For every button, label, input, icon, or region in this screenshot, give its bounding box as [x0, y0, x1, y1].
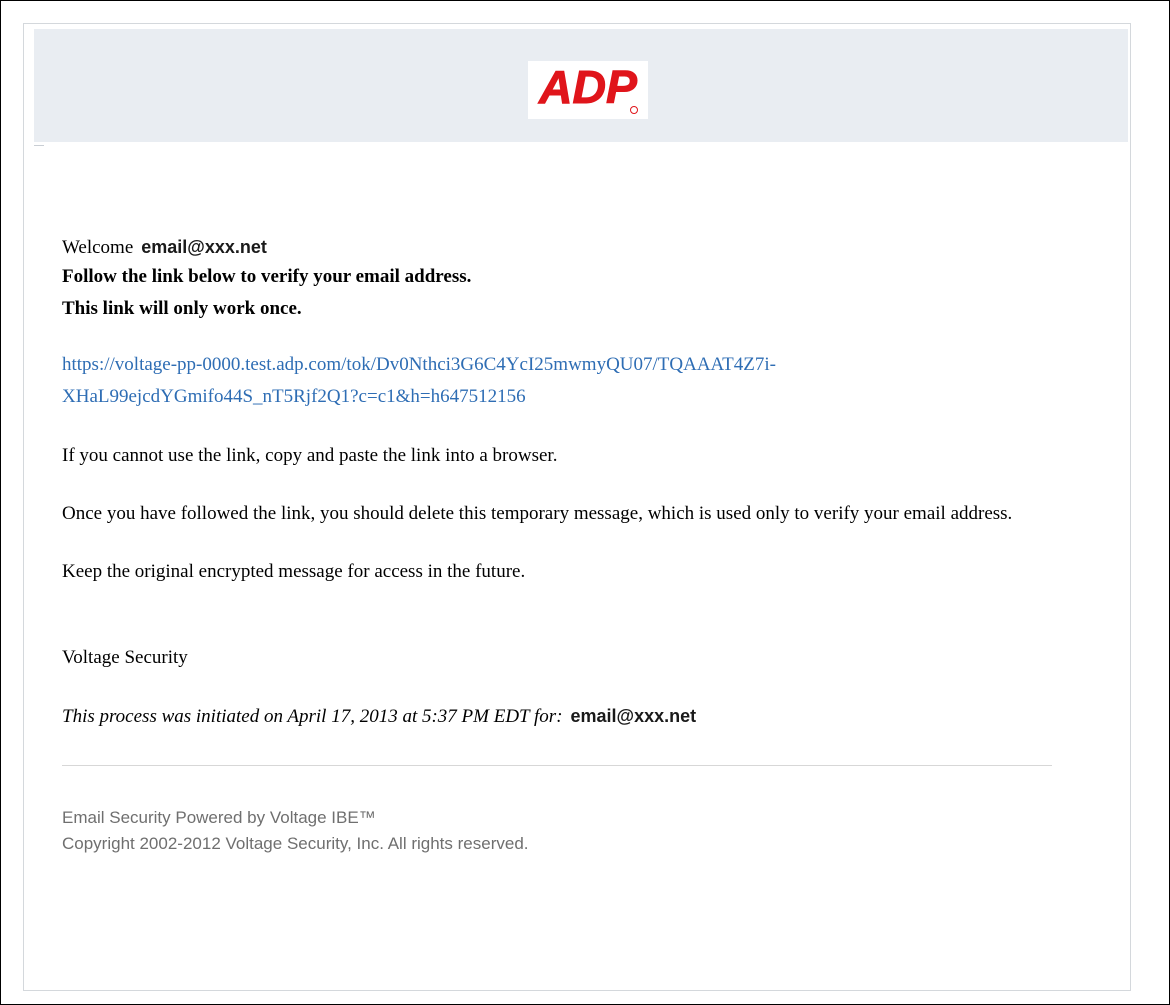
- instruction-line-2: This link will only work once.: [62, 298, 302, 319]
- welcome-label: Welcome: [62, 237, 134, 258]
- initiated-line: This process was initiated on April 17, …: [62, 701, 1052, 732]
- header-divider-tick: [34, 145, 44, 146]
- footer: Email Security Powered by Voltage IBE™ C…: [62, 805, 529, 857]
- copy-paste-note: If you cannot use the link, copy and pas…: [62, 445, 558, 466]
- recipient-email: email@xxx.net: [141, 237, 267, 257]
- powered-by-text: Email Security Powered by Voltage IBE™: [62, 808, 376, 827]
- footer-divider: [62, 765, 1052, 766]
- email-header: ADP: [34, 29, 1128, 142]
- keep-note: Keep the original encrypted message for …: [62, 561, 526, 582]
- initiated-email: email@xxx.net: [570, 706, 697, 726]
- signature: Voltage Security: [62, 647, 188, 668]
- copyright-text: Copyright 2002-2012 Voltage Security, In…: [62, 834, 529, 853]
- window-frame: ADP Welcome email@xxx.net Follow the link…: [0, 0, 1170, 1005]
- adp-logo: ADP: [528, 61, 648, 119]
- welcome-line: Welcome email@xxx.net: [62, 233, 1052, 261]
- verify-email-link[interactable]: https://voltage-pp-0000.test.adp.com/tok…: [62, 349, 1022, 413]
- adp-logo-text: ADP: [538, 61, 637, 113]
- initiated-text: This process was initiated on April 17, …: [62, 706, 563, 727]
- delete-note: Once you have followed the link, you sho…: [62, 503, 1013, 524]
- message-body: Welcome email@xxx.net Follow the link bel…: [62, 233, 1052, 732]
- instruction-line-1: Follow the link below to verify your ema…: [62, 266, 472, 287]
